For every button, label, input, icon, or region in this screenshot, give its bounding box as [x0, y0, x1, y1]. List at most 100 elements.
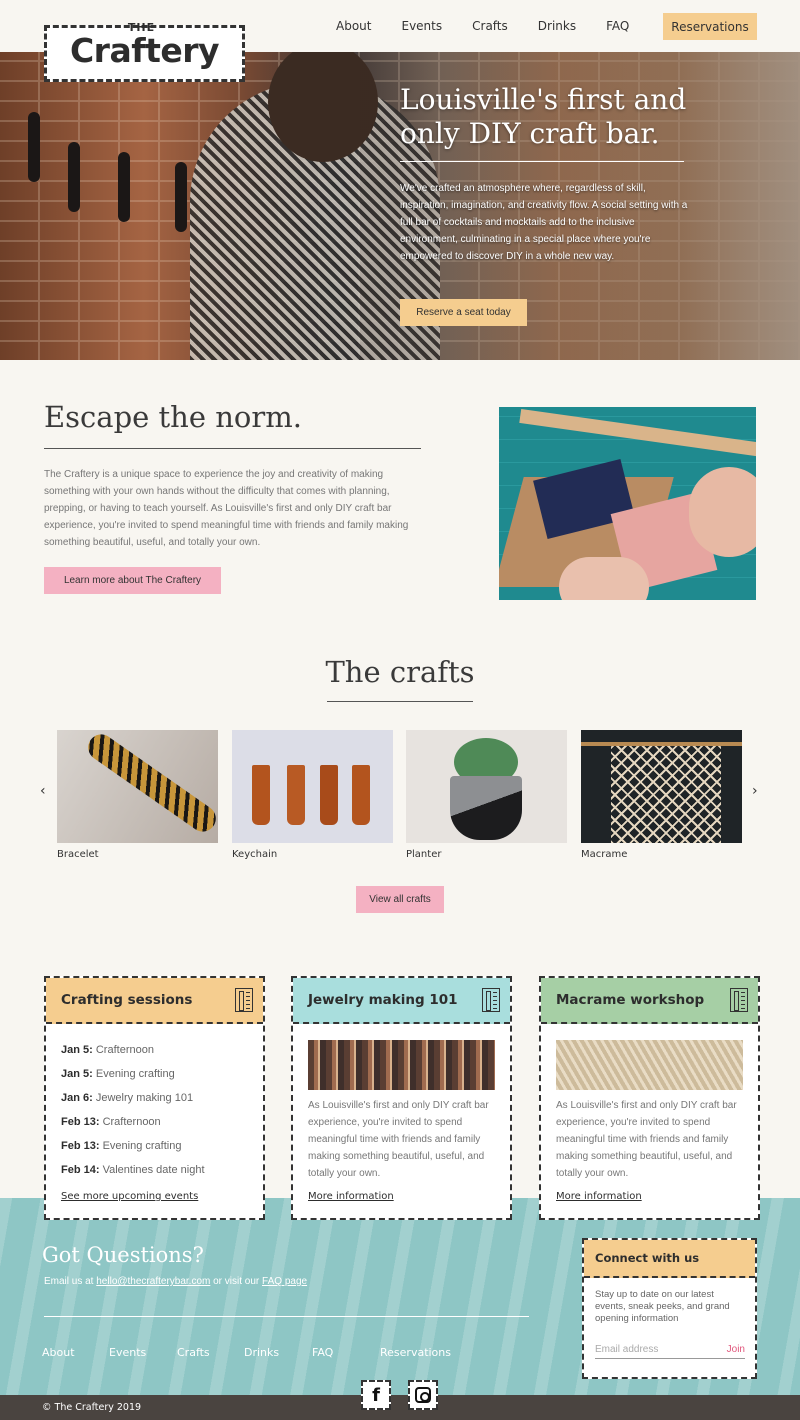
footer-nav-about[interactable]: About	[42, 1346, 75, 1359]
more-info-link[interactable]: More information	[556, 1191, 642, 1202]
craft-card-bracelet[interactable]: Bracelet	[57, 730, 218, 860]
tassel-shape	[252, 765, 270, 825]
bracelet-shape	[83, 730, 218, 837]
nav-drinks[interactable]: Drinks	[538, 19, 576, 33]
hero-divider	[400, 161, 684, 162]
session-item[interactable]: Feb 13: Evening crafting	[61, 1134, 248, 1158]
macrame-image	[581, 730, 742, 843]
nav-faq[interactable]: FAQ	[606, 19, 629, 33]
session-name: Jewelry making 101	[95, 1092, 194, 1104]
hero-title: Louisville's first and only DIY craft ba…	[400, 83, 687, 150]
crafting-sessions-card: Crafting sessions Jan 5: Crafternoon Jan…	[44, 976, 265, 1220]
jewelry-card: Jewelry making 101 As Louisville's first…	[291, 976, 512, 1220]
visit-text: or visit our	[210, 1276, 263, 1287]
session-date: Feb 13:	[61, 1116, 100, 1128]
session-name: Valentines date night	[102, 1164, 205, 1176]
footer-nav-faq[interactable]: FAQ	[312, 1346, 333, 1359]
newsletter-form: Email address Join	[595, 1341, 745, 1359]
ruler-icon	[730, 988, 748, 1012]
ruler-icon	[235, 988, 253, 1012]
instagram-icon[interactable]	[408, 1380, 438, 1410]
macrame-card-image	[556, 1040, 743, 1090]
instagram-glyph	[415, 1387, 431, 1403]
session-item[interactable]: Feb 14: Valentines date night	[61, 1158, 248, 1182]
connect-title: Connect with us	[595, 1251, 700, 1265]
session-date: Jan 6:	[61, 1092, 93, 1104]
hero-section: Louisville's first and only DIY craft ba…	[0, 52, 800, 360]
card-title: Macrame workshop	[556, 992, 705, 1008]
card-title: Crafting sessions	[61, 992, 193, 1008]
questions-text: Email us at hello@thecrafterybar.com or …	[44, 1276, 307, 1287]
escape-divider	[44, 448, 421, 449]
footer-nav-reservations[interactable]: Reservations	[380, 1346, 451, 1359]
session-name: Crafternoon	[95, 1044, 154, 1056]
copyright: © The Craftery 2019	[42, 1402, 142, 1413]
session-date: Jan 5:	[61, 1044, 93, 1056]
footer-nav-drinks[interactable]: Drinks	[244, 1346, 279, 1359]
hand-shape	[559, 557, 649, 600]
session-item[interactable]: Feb 13: Crafternoon	[61, 1110, 248, 1134]
session-date: Jan 5:	[61, 1068, 93, 1080]
beer-tap	[175, 162, 187, 232]
reservations-button[interactable]: Reservations	[663, 13, 757, 40]
jewelry-image	[308, 1040, 495, 1090]
faq-link[interactable]: FAQ page	[262, 1276, 307, 1287]
crafts-divider	[327, 701, 473, 702]
connect-header: Connect with us	[584, 1240, 755, 1278]
tassel-shape	[352, 765, 370, 825]
beer-tap	[118, 152, 130, 222]
nav-crafts[interactable]: Crafts	[472, 19, 508, 33]
carousel-prev-icon[interactable]: ‹	[40, 783, 46, 799]
card-header: Jewelry making 101	[293, 978, 510, 1024]
keychain-image	[232, 730, 393, 843]
macrame-card: Macrame workshop As Louisville's first a…	[539, 976, 760, 1220]
connect-body: Stay up to date on our latest events, sn…	[595, 1289, 730, 1324]
footer-nav-events[interactable]: Events	[109, 1346, 146, 1359]
main-nav: About Events Crafts Drinks FAQ Reservati…	[320, 0, 757, 52]
craft-label: Planter	[406, 849, 442, 860]
session-date: Feb 13:	[61, 1140, 100, 1152]
craft-card-keychain[interactable]: Keychain	[232, 730, 393, 860]
email-link[interactable]: hello@thecrafterybar.com	[96, 1276, 210, 1287]
logo-name: Craftery	[69, 31, 220, 70]
session-item[interactable]: Jan 6: Jewelry making 101	[61, 1086, 248, 1110]
bookbinding-image	[499, 407, 756, 600]
reserve-seat-button[interactable]: Reserve a seat today	[400, 299, 527, 326]
see-more-events-link[interactable]: See more upcoming events	[61, 1191, 198, 1202]
email-prefix: Email us at	[44, 1276, 97, 1287]
craft-label: Macrame	[581, 849, 628, 860]
site-logo[interactable]: THE Craftery	[44, 21, 245, 82]
tassel-shape	[320, 765, 338, 825]
craft-card-macrame[interactable]: Macrame	[581, 730, 742, 860]
carousel-next-icon[interactable]: ›	[752, 783, 758, 799]
learn-more-button[interactable]: Learn more about The Craftery	[44, 567, 221, 594]
beer-tap	[28, 112, 40, 182]
macrame-knots-shape	[611, 746, 721, 843]
tool-shape	[519, 408, 756, 460]
join-button[interactable]: Join	[727, 1344, 745, 1355]
facebook-icon[interactable]: f	[361, 1380, 391, 1410]
session-item[interactable]: Jan 5: Crafternoon	[61, 1038, 248, 1062]
nav-events[interactable]: Events	[401, 19, 442, 33]
more-info-link[interactable]: More information	[308, 1191, 394, 1202]
footer-divider	[44, 1316, 529, 1317]
session-item[interactable]: Jan 5: Evening crafting	[61, 1062, 248, 1086]
beer-tap	[68, 142, 80, 212]
view-all-crafts-button[interactable]: View all crafts	[356, 886, 444, 913]
email-field[interactable]: Email address	[595, 1344, 658, 1355]
tassel-shape	[287, 765, 305, 825]
session-date: Feb 14:	[61, 1164, 100, 1176]
card-header: Macrame workshop	[541, 978, 758, 1024]
crafts-title: The crafts	[325, 655, 475, 689]
craft-card-planter[interactable]: Planter	[406, 730, 567, 860]
hero-body: We've crafted an atmosphere where, regar…	[400, 183, 688, 262]
card-body: As Louisville's first and only DIY craft…	[556, 1100, 737, 1179]
craft-label: Keychain	[232, 849, 278, 860]
card-header: Crafting sessions	[46, 978, 263, 1024]
nav-about[interactable]: About	[336, 19, 371, 33]
questions-title: Got Questions?	[42, 1243, 204, 1267]
session-name: Crafternoon	[102, 1116, 161, 1128]
card-body: As Louisville's first and only DIY craft…	[308, 1100, 489, 1179]
footer-nav-crafts[interactable]: Crafts	[177, 1346, 210, 1359]
craft-label: Bracelet	[57, 849, 99, 860]
